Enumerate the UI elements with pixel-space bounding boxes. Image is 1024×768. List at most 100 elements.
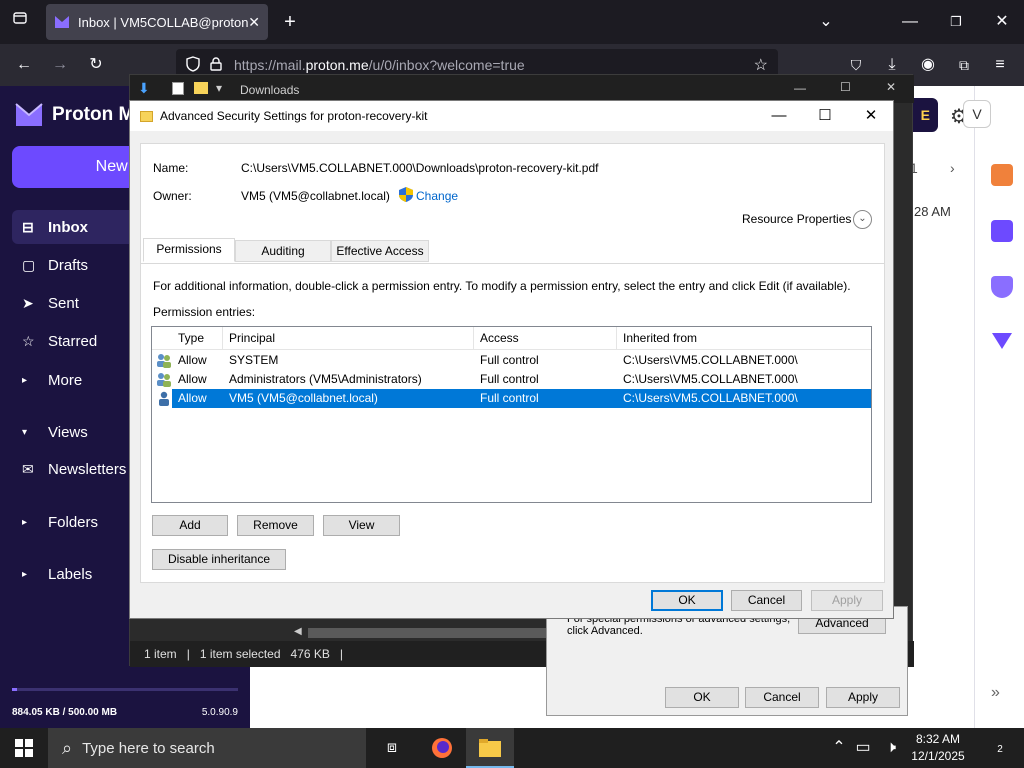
tab-list-icon[interactable] [8,10,32,34]
row-type: Allow [178,353,207,367]
tab-auditing[interactable]: Auditing [235,240,331,262]
dialog-maximize-icon[interactable]: ☐ [802,101,848,131]
taskbar-search[interactable]: ⌕ Type here to search [48,728,366,768]
proton-logo[interactable]: Proton M [14,102,134,128]
quick-access-down-arrow-icon[interactable]: ⬇ [138,80,150,97]
explorer-minimize-icon[interactable]: — [794,81,806,95]
firefox-icon[interactable] [418,728,466,768]
explorer-title: Downloads [240,83,300,97]
url-domain: proton.me [305,57,369,73]
resource-properties-label[interactable]: Resource Properties [742,212,851,226]
sidebar-item-label: Starred [48,332,98,350]
calendar-icon[interactable] [991,220,1013,242]
new-folder-icon[interactable] [194,82,208,94]
row-principal: VM5 (VM5@collabnet.local) [229,391,378,405]
explorer-titlebar: ⬇ ▾ Downloads — ☐ ✕ [130,75,914,103]
expand-rail-icon[interactable]: » [991,684,1000,702]
tab-effective-access[interactable]: Effective Access [331,240,429,262]
dialog-close-icon[interactable]: ✕ [848,101,894,131]
browser-tab-inbox[interactable]: Inbox | VM5COLLAB@proton.me ✕ [46,4,268,40]
cancel-button[interactable]: Cancel [731,590,802,611]
name-label: Name: [153,161,189,175]
tab-permissions[interactable]: Permissions [143,238,235,262]
windows-taskbar: ⌕ Type here to search ⧈ ⌃ ▭ 🕨 8:32 AM 12… [0,728,1024,768]
properties-icon[interactable] [172,82,184,95]
user-icon [156,391,172,406]
show-hidden-icons[interactable]: ⌃ [828,728,850,768]
row-type: Allow [178,372,207,386]
notifications-icon[interactable]: 2 [976,728,1024,768]
selection-highlight: Allow VM5 (VM5@collabnet.local) Full con… [172,389,871,408]
shield-icon[interactable] [186,55,200,75]
owner-label: Owner: [153,189,192,203]
proton-brand: Proton M [52,104,135,125]
explorer-maximize-icon[interactable]: ☐ [840,80,851,94]
change-owner-link[interactable]: Change [416,189,458,203]
chevron-right-icon: ▸ [22,516,28,528]
remove-button[interactable]: Remove [237,515,314,536]
apply-button[interactable]: Apply [811,590,883,611]
properties-apply-button[interactable]: Apply [826,687,900,708]
account-icon[interactable]: ◉ [916,53,940,77]
explorer-close-icon[interactable]: ✕ [886,80,896,94]
add-button[interactable]: Add [152,515,228,536]
properties-cancel-button[interactable]: Cancel [745,687,819,708]
permissions-info: For additional information, double-click… [153,279,851,293]
disable-inheritance-button[interactable]: Disable inheritance [152,549,286,570]
pager-next-icon[interactable]: › [950,160,955,176]
taskbar-clock[interactable]: 8:32 AM 12/1/2025 [908,731,968,765]
new-tab-icon[interactable]: + [278,10,302,34]
scroll-left-icon[interactable]: ◀ [294,626,302,637]
permission-row-selected[interactable]: Allow VM5 (VM5@collabnet.local) Full con… [152,389,871,408]
dialog-minimize-icon[interactable]: — [756,101,802,131]
ok-button[interactable]: OK [651,590,723,611]
avatar-letter: V [972,106,982,122]
app-version: 5.0.90.9 [201,707,238,718]
proton-drive-icon[interactable] [991,332,1013,354]
group-users-icon [156,353,172,368]
chevron-down-icon: ▾ [22,426,28,438]
properties-ok-button[interactable]: OK [665,687,739,708]
restore-icon[interactable]: ❐ [944,10,968,34]
permission-entries-list[interactable]: Type Principal Access Inherited from All… [151,326,872,503]
menu-icon[interactable]: ≡ [988,53,1012,77]
proton-mail-logo-icon [15,103,43,126]
close-tab-icon[interactable]: ✕ [248,14,260,31]
volume-icon[interactable]: 🕨 [878,728,904,768]
contacts-icon[interactable] [991,164,1013,186]
back-icon[interactable]: ← [12,53,36,77]
view-button[interactable]: View [323,515,400,536]
status-separator: | [186,647,190,661]
permission-row[interactable]: Allow SYSTEM Full control C:\Users\VM5.C… [152,351,871,370]
sidebar-item-label: More [48,371,83,389]
vpn-shield-icon[interactable] [991,276,1013,298]
reload-icon[interactable]: ↻ [84,53,108,77]
row-access: Full control [480,372,539,386]
file-explorer-icon[interactable] [466,728,514,768]
column-type[interactable]: Type [172,327,223,350]
customize-toolbar-icon[interactable]: ▾ [216,81,222,95]
forward-icon[interactable]: → [48,53,72,77]
sidebar-item-label: Inbox [48,218,88,236]
chevron-right-icon: ▸ [22,374,28,386]
message-time: 28 AM [914,204,951,219]
bookmark-star-icon[interactable]: ☆ [754,55,768,75]
newsletter-icon: ✉ [22,460,34,477]
task-view-icon[interactable]: ⧈ [368,728,416,768]
row-inherited: C:\Users\VM5.COLLABNET.000\ [623,353,798,367]
inbox-icon: ⊟ [22,218,34,235]
extensions-icon[interactable]: ⧉ [952,53,976,77]
permission-row[interactable]: Allow Administrators (VM5\Administrators… [152,370,871,389]
network-icon[interactable]: ▭ [852,728,874,768]
notification-count: 2 [997,744,1003,755]
column-inherited-from[interactable]: Inherited from [617,327,871,350]
column-access[interactable]: Access [474,327,617,350]
list-all-tabs-icon[interactable]: ⌄ [814,10,838,34]
minimize-icon[interactable]: — [898,10,922,34]
expand-chevron-icon[interactable]: ⌄ [853,210,872,229]
lock-icon[interactable] [210,56,222,74]
column-principal[interactable]: Principal [223,327,474,350]
avatar[interactable]: V [963,100,991,128]
close-window-icon[interactable]: ✕ [990,10,1014,34]
start-windows-icon[interactable] [0,728,48,768]
